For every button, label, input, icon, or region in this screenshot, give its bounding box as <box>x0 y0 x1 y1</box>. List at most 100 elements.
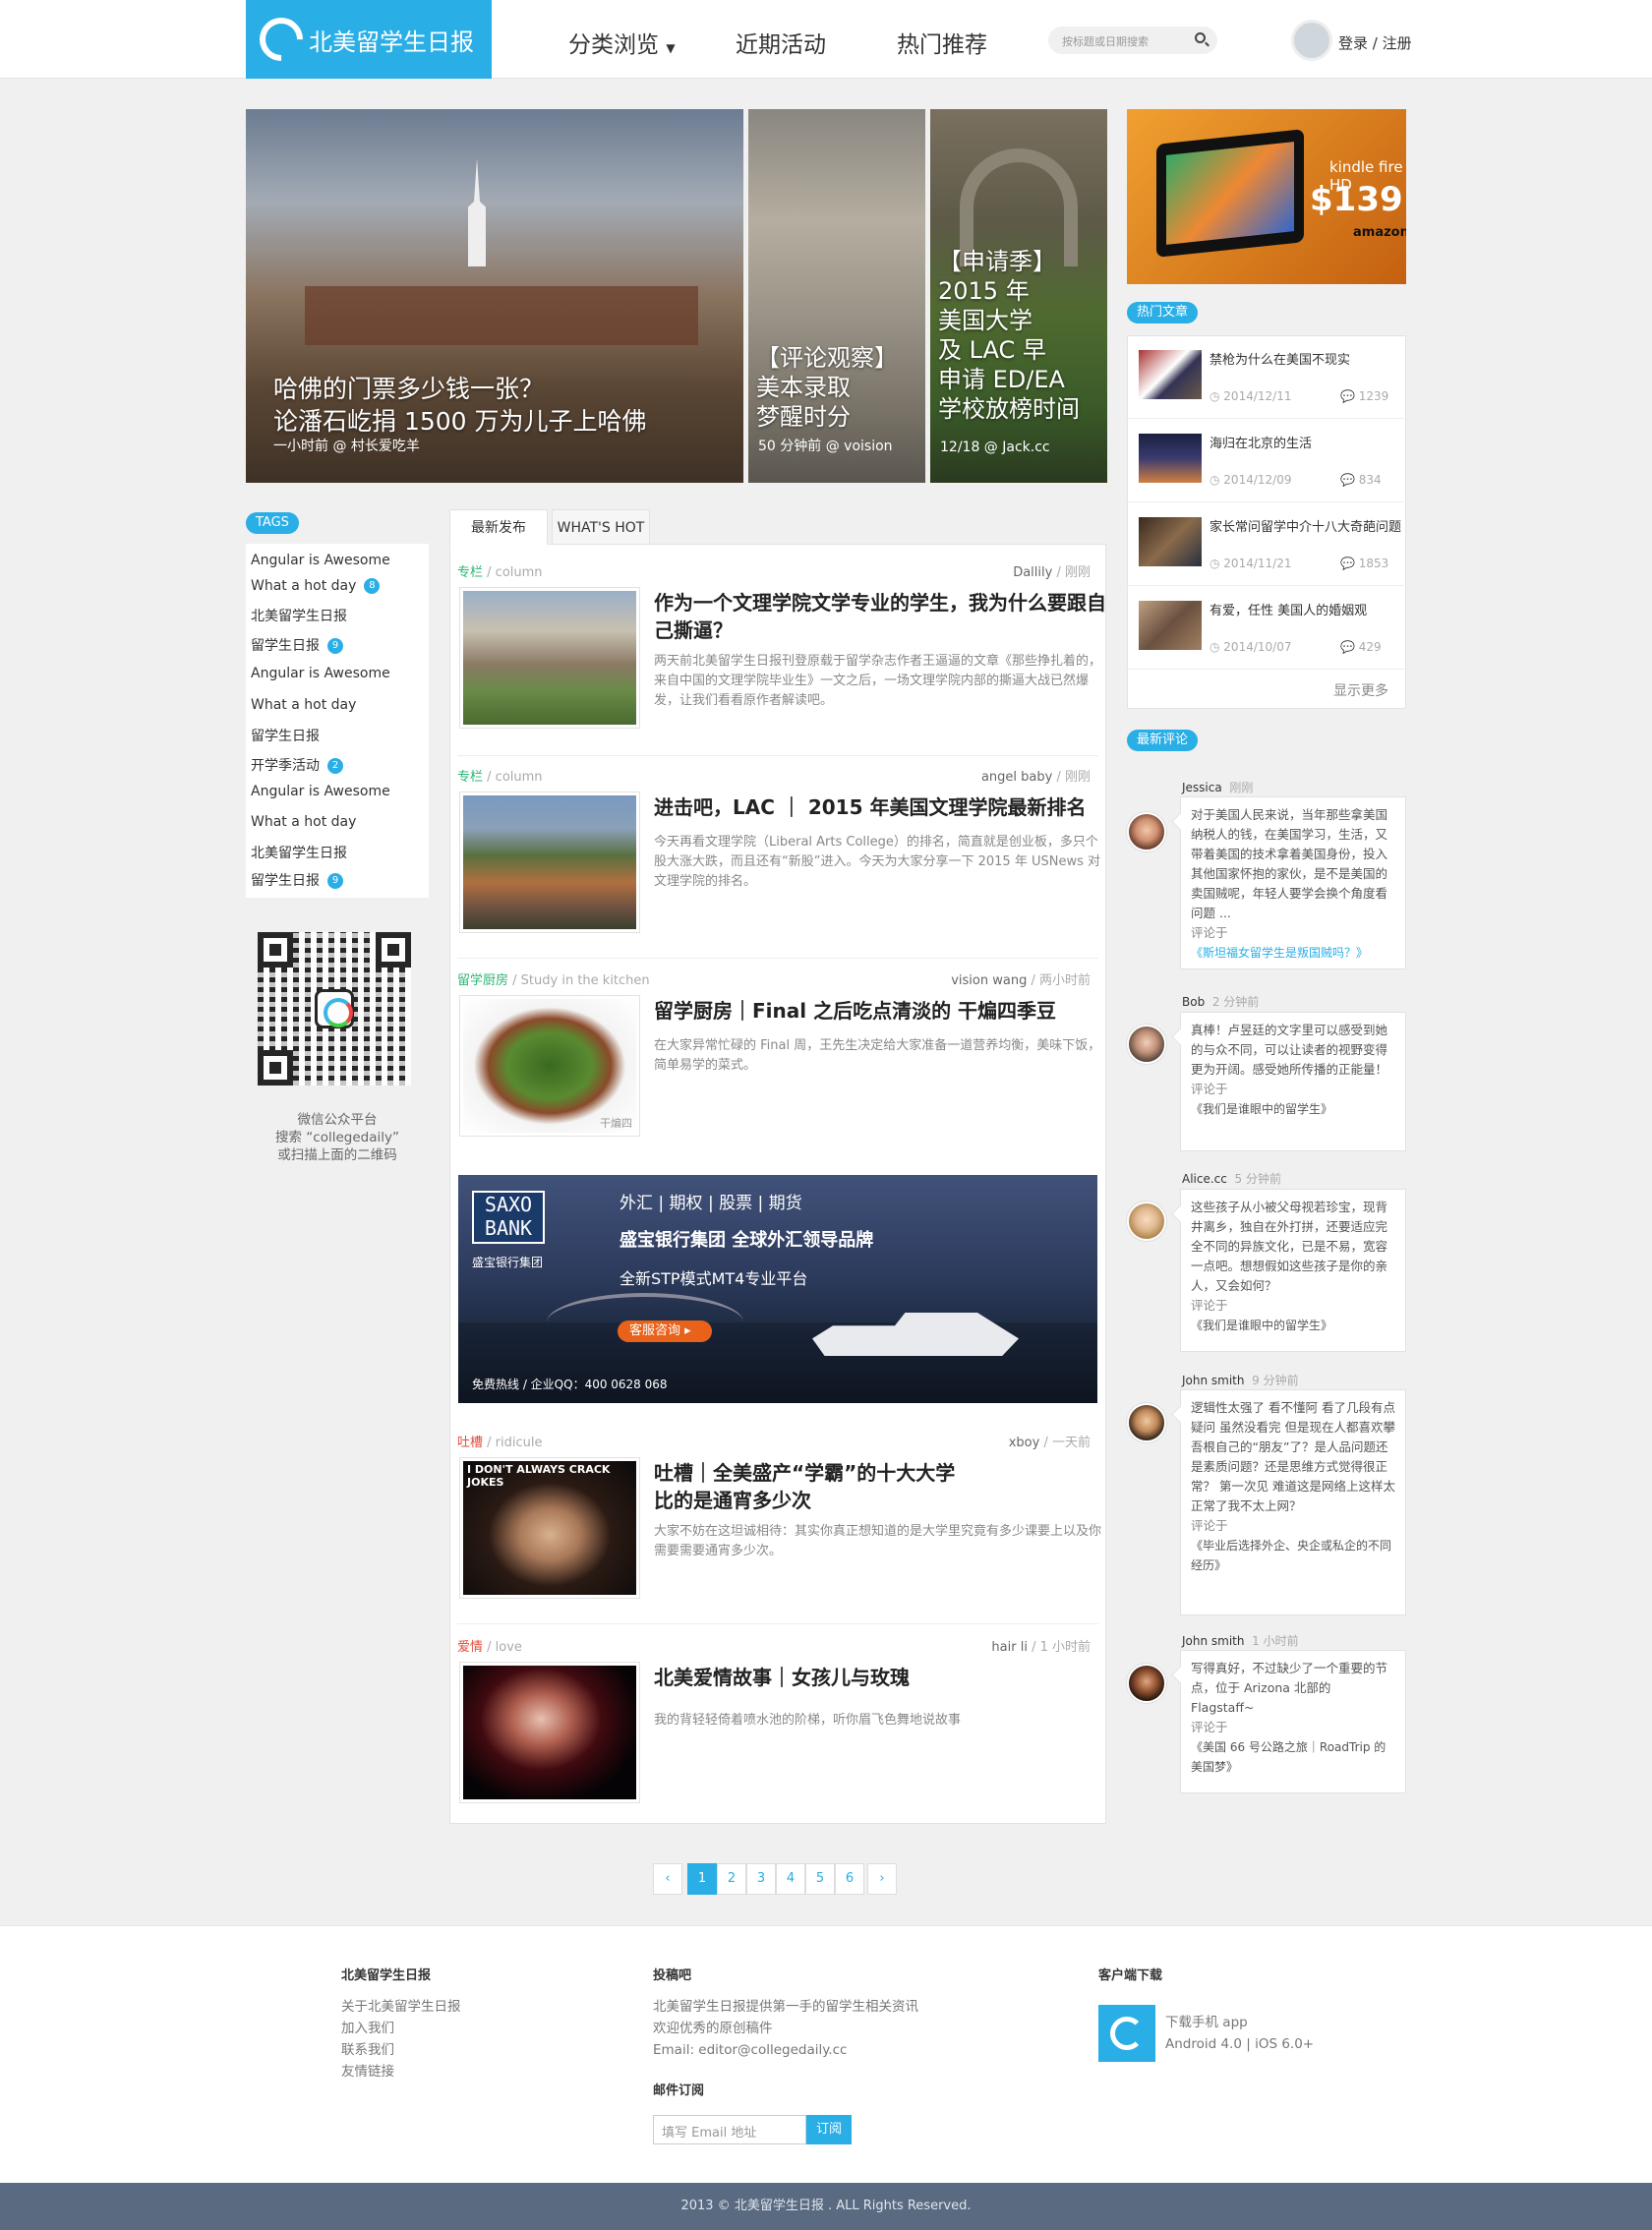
comment-post-link[interactable]: 《我们是谁眼中的留学生》 <box>1191 1099 1395 1119</box>
footer-link[interactable]: 加入我们 <box>341 2018 461 2039</box>
article-image[interactable]: 干煸四 <box>459 995 640 1137</box>
hot-date: ◷ 2014/12/11 <box>1210 389 1292 403</box>
footer-col3-title: 客户端下载 <box>1098 1968 1163 1983</box>
hero-second-title[interactable]: 【评论观察】 美本录取 梦醒时分 <box>756 343 898 432</box>
kindle-ad[interactable]: kindle fire HD $139 amazon <box>1127 109 1406 284</box>
pagination-page[interactable]: 2 <box>717 1863 746 1895</box>
footer-link[interactable]: 友情链接 <box>341 2061 461 2083</box>
article-category[interactable]: 专栏 / column <box>457 561 543 580</box>
pagination-next[interactable]: › <box>867 1863 897 1895</box>
banner-consult-button[interactable]: 客服咨询 ▸ <box>618 1320 712 1342</box>
article-title[interactable]: 作为一个文理学院文学专业的学生，我为什么要跟自己撕逼？ <box>654 589 1106 644</box>
pagination-page[interactable]: 6 <box>835 1863 864 1895</box>
hot-title[interactable]: 有爱，任性 美国人的婚姻观 <box>1210 603 1402 619</box>
wechat-qr-code <box>258 932 411 1086</box>
logo-text: 北美留学生日报 <box>309 28 474 56</box>
tag-item[interactable]: 留学生日报 9 <box>251 635 343 655</box>
tab-whats-hot[interactable]: WHAT'S HOT <box>552 509 650 545</box>
saxo-bank-banner[interactable]: SAXO BANK 盛宝银行集团 外汇 | 期权 | 股票 | 期货 盛宝银行集… <box>458 1175 1097 1403</box>
app-download-text[interactable]: 下载手机 app Android 4.0 | iOS 6.0+ <box>1165 2012 1314 2055</box>
hot-more-link[interactable]: 显示更多 <box>1333 680 1388 700</box>
article-title[interactable]: 留学厨房｜Final 之后吃点清淡的 干煸四季豆 <box>654 997 1106 1025</box>
hero-third[interactable]: 【申请季】 2015 年 美国大学 及 LAC 早 申请 ED/EA 学校放榜时… <box>930 109 1107 483</box>
article-title[interactable]: 进击吧，LAC ｜ 2015 年美国文理学院最新排名 <box>654 793 1106 821</box>
pagination-prev[interactable]: ‹ <box>653 1863 682 1895</box>
hero-third-title[interactable]: 【申请季】 2015 年 美国大学 及 LAC 早 申请 ED/EA 学校放榜时… <box>938 247 1080 424</box>
nav-recommend[interactable]: 热门推荐 <box>897 26 987 59</box>
comment-post-link[interactable]: 《毕业后选择外企、央企或私企的不同经历》 <box>1191 1536 1395 1575</box>
tag-item[interactable]: What a hot day 8 <box>251 578 381 594</box>
tag-item[interactable]: 北美留学生日报 <box>251 843 347 862</box>
comment-user[interactable]: John smith 9 分钟前 <box>1182 1372 1299 1388</box>
banner-sub: 盛宝银行集团 <box>472 1256 544 1269</box>
comment-post-link[interactable]: 《美国 66 号公路之旅｜RoadTrip 的美国梦》 <box>1191 1737 1395 1777</box>
article-image[interactable] <box>459 792 640 933</box>
tag-item[interactable]: What a hot day <box>251 814 356 830</box>
article-author[interactable]: xboy / 一天前 <box>1009 1432 1091 1450</box>
tag-item[interactable]: 留学生日报 9 <box>251 870 343 890</box>
article-category[interactable]: 专栏 / column <box>457 766 543 785</box>
hot-title[interactable]: 海归在北京的生活 <box>1210 436 1402 452</box>
site-logo[interactable]: 北美留学生日报 <box>246 0 492 79</box>
article-image[interactable] <box>459 587 640 729</box>
tag-item[interactable]: 留学生日报 <box>251 726 320 745</box>
article-author[interactable]: hair li / 1 小时前 <box>991 1636 1091 1655</box>
tag-item[interactable]: 开学季活动 2 <box>251 755 343 775</box>
hot-article-item[interactable]: 禁枪为什么在美国不现实 ◷ 2014/12/11 💬 1239 <box>1127 336 1406 419</box>
hot-article-item[interactable]: 家长常问留学中介十八大奇葩问题 ◷ 2014/11/21 💬 1853 <box>1127 503 1406 586</box>
comment-user[interactable]: Jessica 刚刚 <box>1182 779 1253 795</box>
user-avatar[interactable] <box>1291 20 1332 61</box>
footer-link[interactable]: 关于北美留学生日报 <box>341 1996 461 2018</box>
tag-item[interactable]: Angular is Awesome <box>251 553 390 568</box>
hot-thumb <box>1139 434 1202 483</box>
comment-user[interactable]: Alice.cc 5 分钟前 <box>1182 1170 1281 1187</box>
article-category[interactable]: 吐槽 / ridicule <box>457 1432 543 1450</box>
comment-post-link[interactable]: 《我们是谁眼中的留学生》 <box>1191 1316 1395 1335</box>
comment-user[interactable]: Bob 2 分钟前 <box>1182 993 1259 1010</box>
search-input[interactable]: 按标题或日期搜索 <box>1048 27 1217 54</box>
pagination-page[interactable]: 3 <box>746 1863 776 1895</box>
commenter-avatar[interactable] <box>1127 1025 1166 1064</box>
subscribe-button[interactable]: 订阅 <box>806 2115 852 2144</box>
article-category[interactable]: 爱情 / love <box>457 1636 522 1655</box>
commenter-avatar[interactable] <box>1127 1202 1166 1241</box>
pagination-page[interactable]: 1 <box>687 1863 717 1895</box>
article-category[interactable]: 留学厨房 / Study in the kitchen <box>457 969 650 988</box>
tag-item[interactable]: 北美留学生日报 <box>251 606 347 625</box>
banner-line3: 全新STP模式MT4专业平台 <box>620 1269 808 1288</box>
comment-user[interactable]: John smith 1 小时前 <box>1182 1632 1299 1649</box>
search-icon[interactable] <box>1195 32 1206 43</box>
comment-bubble: 逻辑性太强了 看不懂阿 看了几段有点疑问 虽然没看完 但是现在人都喜欢攀吾根自己… <box>1180 1389 1406 1615</box>
hot-title[interactable]: 禁枪为什么在美国不现实 <box>1210 352 1402 369</box>
hot-title[interactable]: 家长常问留学中介十八大奇葩问题 <box>1210 519 1402 536</box>
login-link[interactable]: 登录 / 注册 <box>1338 32 1412 53</box>
pagination-page[interactable]: 4 <box>776 1863 805 1895</box>
pagination-page[interactable]: 5 <box>805 1863 835 1895</box>
tag-item[interactable]: Angular is Awesome <box>251 784 390 799</box>
nav-events[interactable]: 近期活动 <box>736 26 826 59</box>
hot-article-item[interactable]: 海归在北京的生活 ◷ 2014/12/09 💬 834 <box>1127 420 1406 502</box>
tab-latest[interactable]: 最新发布 <box>449 509 548 545</box>
divider <box>457 1623 1098 1624</box>
footer-link[interactable]: 联系我们 <box>341 2039 461 2061</box>
commenter-avatar[interactable] <box>1127 1403 1166 1442</box>
app-icon[interactable] <box>1098 2005 1155 2062</box>
hero-main-title[interactable]: 哈佛的门票多少钱一张？ 论潘石屹捐 1500 万为儿子上哈佛 <box>273 373 647 438</box>
article-title[interactable]: 北美爱情故事｜女孩儿与玫瑰 <box>654 1664 1106 1691</box>
article-author[interactable]: vision wang / 两小时前 <box>951 969 1091 988</box>
hero-main[interactable]: 哈佛的门票多少钱一张？ 论潘石屹捐 1500 万为儿子上哈佛 一小时前 @ 村长… <box>246 109 743 483</box>
hero-second[interactable]: 【评论观察】 美本录取 梦醒时分 50 分钟前 @ voision <box>748 109 925 483</box>
article-title[interactable]: 吐槽｜全美盛产“学霸”的十大大学 比的是通宵多少次 <box>654 1459 1106 1514</box>
hot-article-item[interactable]: 有爱，任性 美国人的婚姻观 ◷ 2014/10/07 💬 429 <box>1127 587 1406 670</box>
article-author[interactable]: angel baby / 刚刚 <box>981 766 1091 785</box>
tag-item[interactable]: What a hot day <box>251 697 356 713</box>
article-image[interactable]: I DON'T ALWAYS CRACK JOKES <box>459 1457 640 1599</box>
article-author[interactable]: Dallily / 刚刚 <box>1013 561 1091 580</box>
commenter-avatar[interactable] <box>1127 1664 1166 1703</box>
comment-post-link[interactable]: 《斯坦福女留学生是叛国贼吗？》 <box>1191 943 1395 963</box>
email-field[interactable]: 填写 Email 地址 <box>653 2115 806 2144</box>
nav-browse[interactable]: 分类浏览 ▼ <box>568 26 676 59</box>
tag-item[interactable]: Angular is Awesome <box>251 666 390 681</box>
article-image[interactable] <box>459 1662 640 1803</box>
commenter-avatar[interactable] <box>1127 812 1166 851</box>
